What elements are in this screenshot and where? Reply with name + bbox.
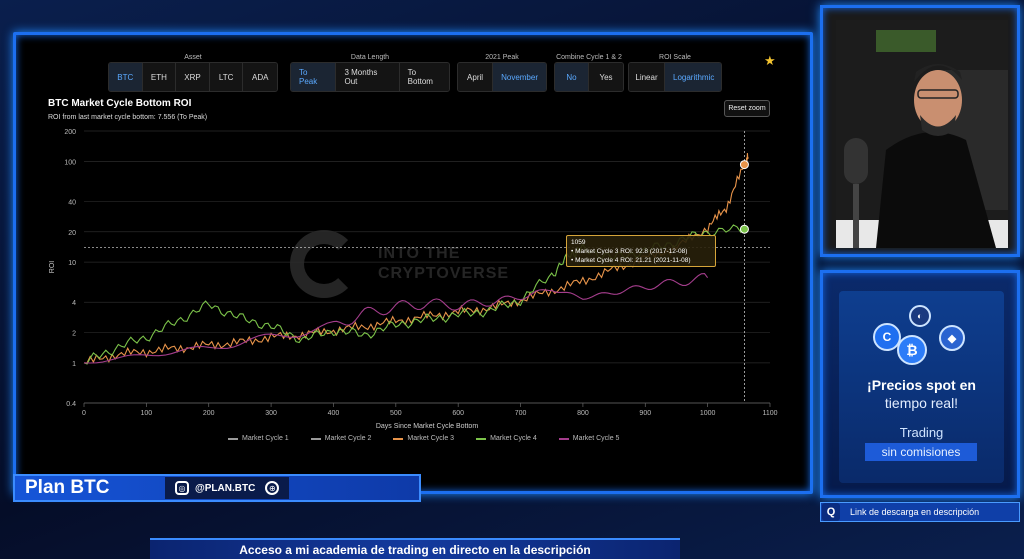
promo-headline-line1: ¡Precios spot en — [867, 377, 976, 393]
promo-headline-line2: tiempo real! — [884, 395, 959, 411]
x-tick-label: 0 — [82, 410, 86, 417]
stream-layout: Asset BTC ETH XRP LTC ADA Data Length To… — [0, 0, 1024, 559]
plan-btc-logo: Plan BTC — [25, 477, 110, 498]
legend-item[interactable]: Market Cycle 3 — [393, 435, 454, 442]
brand-bar: Plan BTC ◎ @PLAN.BTC ⊕ — [13, 474, 421, 502]
promo-frame: C ◐ ₿ ◆ ¡Precios spot en tiempo real! Tr… — [820, 270, 1020, 498]
y-tick-label: 100 — [64, 159, 76, 166]
streamer-video — [836, 20, 1008, 248]
x-tick-label: 400 — [328, 410, 340, 417]
chart-legend: Market Cycle 1 Market Cycle 2 Market Cyc… — [228, 435, 619, 442]
chart-panel: Asset BTC ETH XRP LTC ADA Data Length To… — [28, 45, 801, 477]
download-link-bar[interactable]: Q Link de descarga en descripción — [820, 502, 1020, 522]
download-app-icon: Q — [822, 503, 840, 521]
globe-icon: ⊕ — [265, 481, 280, 495]
legend-swatch — [228, 437, 238, 440]
promo-card: C ◐ ₿ ◆ ¡Precios spot en tiempo real! Tr… — [839, 291, 1004, 483]
tooltip-line2: • Market Cycle 4 ROI: 21.21 (2021-11-08) — [571, 257, 691, 264]
legend-swatch — [393, 437, 404, 440]
y-tick-label: 200 — [64, 129, 76, 136]
y-tick-label: 40 — [68, 199, 76, 206]
legend-item[interactable]: Market Cycle 4 — [476, 435, 537, 442]
y-tick-label: 2 — [72, 331, 76, 338]
x-tick-label: 1000 — [700, 410, 716, 417]
brand-handle: @PLAN.BTC — [195, 482, 256, 494]
hover-marker-cycle-3 — [739, 160, 749, 170]
x-tick-label: 100 — [141, 410, 153, 417]
y-tick-label: 1 — [72, 361, 76, 368]
webcam-feed — [836, 20, 1008, 248]
x-tick-label: 900 — [639, 410, 651, 417]
x-tick-label: 800 — [577, 410, 589, 417]
legend-label: Market Cycle 4 — [490, 435, 537, 442]
tooltip-header: 1059 — [571, 239, 586, 246]
webcam-frame — [820, 5, 1020, 257]
token-coin-icon: ◐ — [909, 305, 931, 327]
y-tick-label: 0.4 — [66, 401, 76, 408]
legend-swatch — [310, 437, 321, 440]
ethereum-icon: ◆ — [939, 325, 965, 351]
x-tick-label: 700 — [515, 410, 527, 417]
tooltip-line1: • Market Cycle 3 ROI: 92.8 (2017-12-08) — [571, 248, 688, 255]
legend-swatch — [476, 437, 487, 440]
hover-marker-cycle-4 — [739, 224, 749, 234]
y-tick-label: 10 — [68, 260, 76, 267]
legend-label: Market Cycle 1 — [242, 435, 289, 442]
legend-label: Market Cycle 3 — [407, 435, 455, 442]
legend-label: Market Cycle 2 — [324, 435, 372, 442]
y-tick-label: 4 — [72, 300, 76, 307]
legend-item[interactable]: Market Cycle 1 — [228, 435, 289, 442]
legend-swatch — [558, 437, 569, 440]
series-line-market-cycle-5 — [83, 273, 709, 364]
instagram-icon: ◎ — [175, 481, 189, 495]
y-axis-label: ROI — [49, 261, 56, 274]
promo-trading: Trading — [899, 425, 944, 440]
download-link-text: Link de descarga en descripción — [850, 507, 980, 517]
x-axis-label: Days Since Market Cycle Bottom — [376, 423, 478, 430]
x-tick-label: 300 — [265, 410, 277, 417]
academy-banner: Acceso a mi academia de trading en direc… — [150, 538, 680, 559]
legend-item[interactable]: Market Cycle 2 — [310, 435, 372, 442]
chart-tooltip: 1059 • Market Cycle 3 ROI: 92.8 (2017-12… — [566, 235, 716, 267]
promo-fees-badge: sin comisiones — [865, 443, 977, 461]
x-tick-label: 500 — [390, 410, 402, 417]
bitcoin-icon: ₿ — [897, 335, 927, 365]
legend-item[interactable]: Market Cycle 5 — [558, 435, 620, 442]
legend-label: Market Cycle 5 — [572, 435, 620, 442]
x-tick-label: 600 — [452, 410, 464, 417]
x-tick-label: 1100 — [762, 410, 777, 417]
x-tick-label: 200 — [203, 410, 215, 417]
y-tick-label: 20 — [68, 230, 76, 237]
